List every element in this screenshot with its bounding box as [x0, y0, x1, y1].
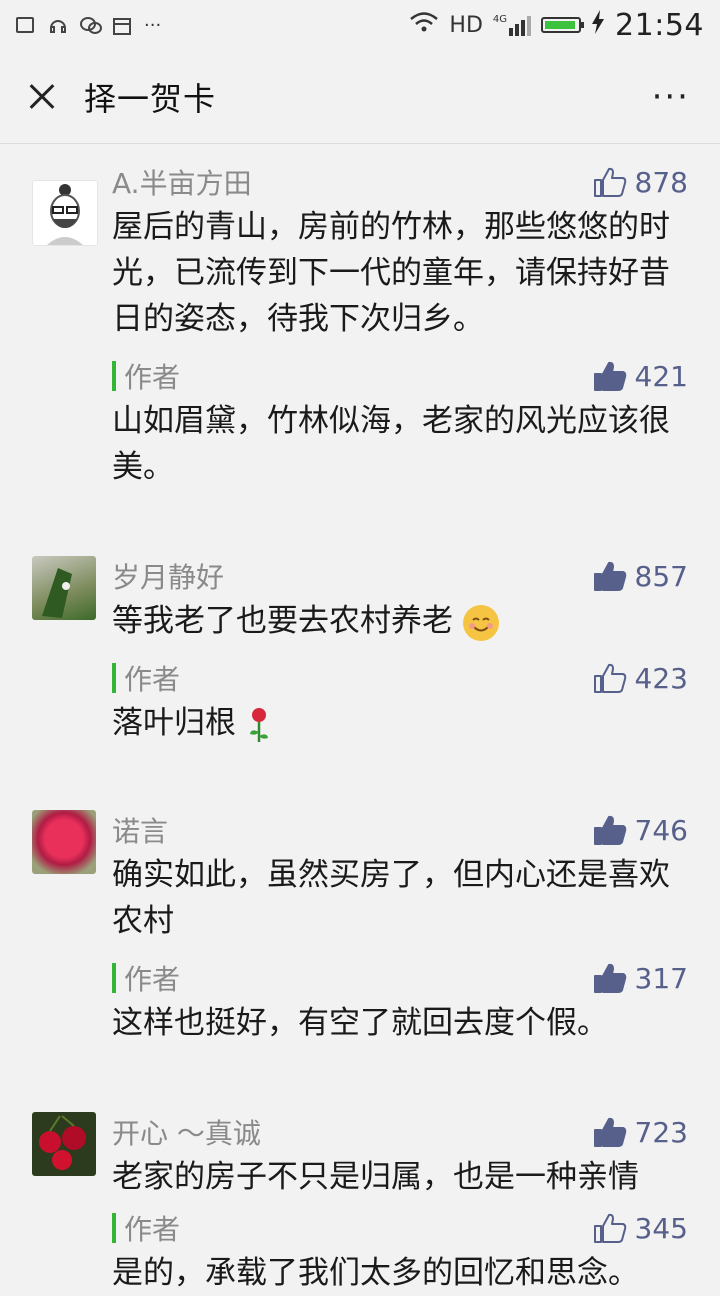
comment-text: 等我老了也要去农村养老	[112, 603, 453, 639]
charging-icon	[591, 10, 605, 40]
like-button[interactable]: 878	[593, 166, 688, 199]
like-button[interactable]: 723	[593, 1116, 688, 1149]
comment-item: 开心 〜真诚 723 老家的房子不只是归属，也是一种亲情 作者 345 是的，承…	[0, 1110, 720, 1296]
author-reply: 作者 421 山如眉黛，竹林似海，老家的风光应该很美。	[112, 354, 688, 490]
wifi-icon	[409, 11, 439, 39]
like-button[interactable]: 746	[593, 814, 688, 847]
like-count: 317	[634, 961, 688, 995]
reply-like-button[interactable]: 317	[593, 962, 688, 995]
comment-item: A.半亩方田 878 屋后的青山，房前的竹林，那些悠悠的时光，已流传到下一代的童…	[0, 160, 720, 490]
author-reply: 作者 317 这样也挺好，有空了就回去度个假。	[112, 956, 688, 1046]
comment-header: 岁月静好 857	[112, 554, 688, 598]
reply-text: 是的，承载了我们太多的回忆和思念。	[112, 1255, 639, 1291]
nickname[interactable]: 诺言	[112, 810, 168, 850]
reply-header: 作者 345	[112, 1206, 688, 1250]
author-reply: 作者 423 落叶归根	[112, 656, 688, 746]
reply-like-button[interactable]: 423	[593, 662, 688, 695]
reply-header: 作者 317	[112, 956, 688, 1000]
more-notifications-icon: ···	[144, 14, 162, 36]
comment-text-row: 等我老了也要去农村养老	[112, 598, 688, 644]
like-count: 746	[634, 813, 688, 847]
thumbs-up-outline-icon	[593, 663, 626, 693]
avatar[interactable]	[32, 556, 96, 620]
thumbs-up-filled-icon	[593, 561, 626, 591]
avatar[interactable]	[32, 180, 98, 246]
image-icon	[16, 17, 34, 33]
avatar[interactable]	[32, 810, 96, 874]
reply-like-button[interactable]: 345	[593, 1212, 688, 1245]
thumbs-up-outline-icon	[593, 167, 626, 197]
comment-list: A.半亩方田 878 屋后的青山，房前的竹林，那些悠悠的时光，已流传到下一代的童…	[0, 146, 720, 1296]
like-count: 723	[634, 1115, 688, 1149]
status-bar: ··· HD 4G 21:54	[0, 0, 720, 50]
clock: 21:54	[615, 7, 704, 43]
close-button[interactable]	[22, 77, 62, 117]
signal-icon: 4G	[492, 14, 532, 36]
headset-icon	[48, 16, 66, 34]
status-icons-left: ···	[16, 15, 161, 36]
smiling-face-emoji-icon	[462, 604, 499, 641]
network-label: 4G	[492, 14, 508, 25]
comment-header: 诺言 746	[112, 808, 688, 852]
nav-bar: 择一贺卡 ···	[0, 50, 720, 144]
reply-header: 作者 423	[112, 656, 688, 700]
reply-text: 山如眉黛，竹林似海，老家的风光应该很美。	[112, 403, 670, 485]
author-tag: 作者	[112, 1208, 180, 1248]
reply-like-button[interactable]: 421	[593, 360, 688, 393]
reply-header: 作者 421	[112, 354, 688, 398]
like-button[interactable]: 857	[593, 560, 688, 593]
like-count: 857	[634, 559, 688, 593]
author-tag: 作者	[112, 356, 180, 396]
comment-header: 开心 〜真诚 723	[112, 1110, 688, 1154]
wechat-icon	[80, 16, 102, 34]
comment-item: 诺言 746 确实如此，虽然买房了，但内心还是喜欢农村 作者 317 这样也挺好…	[0, 808, 720, 1046]
thumbs-up-filled-icon	[593, 361, 626, 391]
thumbs-up-outline-icon	[593, 1213, 626, 1243]
author-reply: 作者 345 是的，承载了我们太多的回忆和思念。	[112, 1206, 688, 1296]
calendar-icon	[112, 16, 131, 35]
author-tag: 作者	[112, 658, 180, 698]
comment-header: A.半亩方田 878	[112, 160, 688, 204]
battery-icon	[541, 17, 585, 33]
status-icons-right: HD 4G 21:54	[409, 8, 704, 43]
like-count: 423	[634, 661, 688, 695]
more-options-button[interactable]: ···	[652, 77, 690, 117]
rose-emoji-icon	[246, 706, 272, 744]
thumbs-up-filled-icon	[593, 963, 626, 993]
comment-item: 岁月静好 857 等我老了也要去农村养老 作者 423 落叶归根	[0, 554, 720, 746]
reply-text-row: 落叶归根	[112, 700, 688, 746]
thumbs-up-filled-icon	[593, 815, 626, 845]
page-title: 择一贺卡	[84, 79, 217, 118]
nickname[interactable]: 岁月静好	[112, 556, 224, 596]
comment-text: 老家的房子不只是归属，也是一种亲情	[112, 1159, 639, 1195]
author-tag: 作者	[112, 958, 180, 998]
thumbs-up-filled-icon	[593, 1117, 626, 1147]
nickname[interactable]: 开心 〜真诚	[112, 1112, 261, 1152]
reply-text: 落叶归根	[112, 705, 236, 741]
like-count: 345	[634, 1211, 688, 1245]
like-count: 878	[634, 165, 688, 199]
nickname[interactable]: A.半亩方田	[112, 162, 252, 202]
comment-text: 屋后的青山，房前的竹林，那些悠悠的时光，已流传到下一代的童年，请保持好昔日的姿态…	[112, 209, 670, 337]
hd-label: HD	[449, 12, 483, 38]
reply-text: 这样也挺好，有空了就回去度个假。	[112, 1005, 608, 1041]
like-count: 421	[634, 359, 688, 393]
avatar[interactable]	[32, 1112, 96, 1176]
comment-text: 确实如此，虽然买房了，但内心还是喜欢农村	[112, 857, 670, 939]
